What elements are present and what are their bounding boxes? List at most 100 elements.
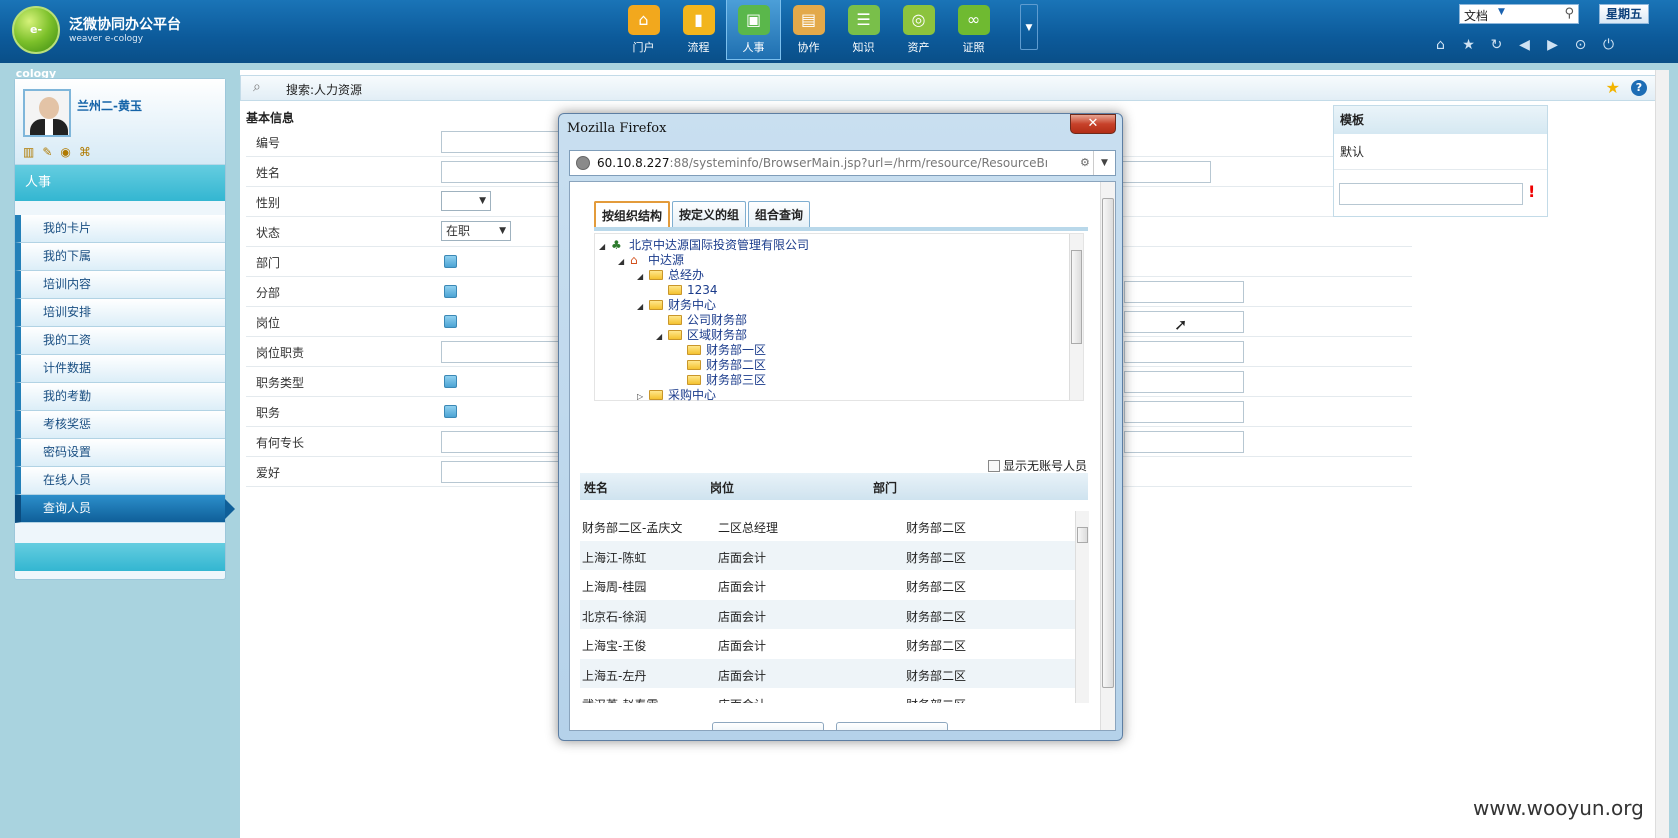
column-header[interactable]: 部门 <box>873 479 897 496</box>
browse-icon[interactable] <box>444 285 457 298</box>
nav-item-3[interactable]: ▤ 协作 <box>781 0 836 60</box>
expand-toggle-icon[interactable]: ◢ <box>618 254 628 269</box>
list-item[interactable]: 北京石-徐润 店面会计 财务部二区 <box>580 599 1088 629</box>
sidebar-item-7[interactable]: 考核奖惩 <box>15 411 225 439</box>
sidebar-item-3[interactable]: 培训安排 <box>15 299 225 327</box>
chevron-down-icon[interactable]: ▼ <box>1093 151 1115 175</box>
tree-node[interactable]: ◢ 区域财务部 <box>656 328 747 343</box>
star-icon[interactable]: ★ <box>1606 78 1620 97</box>
tree-node[interactable]: ◢ ⌂ 中达源 <box>618 253 684 268</box>
clear-button[interactable] <box>712 722 824 730</box>
star-icon[interactable]: ★ <box>1460 37 1477 54</box>
list-item[interactable]: 武汉菱-赵春霞 店面会计 财务部二区 <box>580 688 1088 703</box>
sidebar-item-2[interactable]: 培训内容 <box>15 271 225 299</box>
back-icon[interactable]: ◀ <box>1516 37 1533 54</box>
search-icon[interactable]: ⚲ <box>1564 6 1574 21</box>
close-button[interactable]: ✕ <box>1070 114 1116 134</box>
list-scrollbar[interactable] <box>1075 511 1089 703</box>
sidebar-item-0[interactable]: 我的卡片 <box>15 215 225 243</box>
expand-toggle-icon[interactable]: ◢ <box>637 299 647 314</box>
tree-node[interactable]: ◢ ♣ 北京中达源国际投资管理有限公司 <box>599 238 809 253</box>
column-header[interactable]: 姓名 <box>584 479 608 496</box>
search-type-select[interactable]: 文档 <box>1464 7 1488 24</box>
tab-0[interactable]: 按组织结构 <box>594 201 671 227</box>
tree-node[interactable]: ▷ 采购中心 <box>637 388 716 403</box>
global-search[interactable]: 文档 ▼ ⚲ <box>1459 4 1579 24</box>
chevron-down-icon[interactable]: ▼ <box>479 192 486 210</box>
nav-item-6[interactable]: ∞ 证照 <box>946 0 1001 60</box>
expand-toggle-icon[interactable]: ◢ <box>656 329 666 344</box>
refresh-icon[interactable]: ↻ <box>1488 37 1505 54</box>
field-input[interactable] <box>441 461 561 483</box>
plugin-icon[interactable]: ⚙ <box>1080 156 1090 169</box>
cancel-button[interactable] <box>836 722 948 730</box>
browse-icon[interactable] <box>444 255 457 268</box>
field-input[interactable] <box>441 341 561 363</box>
list-item[interactable]: 上海五-左丹 店面会计 财务部二区 <box>580 658 1088 688</box>
field-input[interactable] <box>1124 371 1244 393</box>
down-circle-icon[interactable]: ⊙ <box>1572 37 1589 54</box>
sidebar-item-5[interactable]: 计件数据 <box>15 355 225 383</box>
field-select[interactable]: ▼ <box>441 191 491 211</box>
home-icon[interactable]: ⌂ <box>1432 37 1449 54</box>
user-name[interactable]: 兰州二-黄玉 <box>77 97 142 114</box>
nav-item-5[interactable]: ◎ 资产 <box>891 0 946 60</box>
lock-icon[interactable]: ◉ <box>60 145 70 159</box>
nav-more-button[interactable]: ▼ <box>1020 4 1038 50</box>
tree-node[interactable]: 公司财务部 <box>656 313 747 328</box>
list-item[interactable]: 上海周-桂园 店面会计 财务部二区 <box>580 570 1088 600</box>
field-input[interactable] <box>1124 401 1244 423</box>
field-input[interactable] <box>441 161 561 183</box>
template-default[interactable]: 默认 <box>1334 134 1547 170</box>
weekday-button[interactable]: 星期五 <box>1599 4 1649 24</box>
tree-scrollbar[interactable] <box>1069 234 1083 400</box>
tree-node[interactable]: 财务部二区 <box>675 358 766 373</box>
url-text[interactable]: 60.10.8.227:88/systeminfo/BrowserMain.js… <box>597 156 1047 170</box>
tab-2[interactable]: 组合查询 <box>748 201 811 227</box>
expand-toggle-icon[interactable]: ◢ <box>599 239 609 254</box>
sidebar-item-6[interactable]: 我的考勤 <box>15 383 225 411</box>
nav-item-4[interactable]: ☰ 知识 <box>836 0 891 60</box>
tree-node[interactable]: ◢ 财务中心 <box>637 298 716 313</box>
nav-item-0[interactable]: ⌂ 门户 <box>616 0 671 60</box>
tree-node[interactable]: 财务部三区 <box>675 373 766 388</box>
field-input[interactable] <box>441 131 561 153</box>
power-icon[interactable]: ⏻ <box>1600 37 1617 54</box>
sidebar-item-10[interactable]: 查询人员 <box>15 495 235 523</box>
chevron-down-icon[interactable]: ▼ <box>1498 7 1505 17</box>
sidebar-item-9[interactable]: 在线人员 <box>15 467 225 495</box>
avatar[interactable] <box>23 89 71 137</box>
book-icon[interactable]: ▥ <box>23 145 34 159</box>
field-input[interactable] <box>1124 341 1244 363</box>
column-header[interactable]: 岗位 <box>710 479 734 496</box>
expand-toggle-icon[interactable]: ▷ <box>637 389 647 404</box>
show-no-account-checkbox[interactable]: 显示无账号人员 <box>988 457 1087 474</box>
list-item[interactable]: 财务部二区-孟庆文 二区总经理 财务部二区 <box>580 511 1088 541</box>
tree-node[interactable]: ◢ 总经办 <box>637 268 704 283</box>
sidebar-item-1[interactable]: 我的下属 <box>15 243 225 271</box>
browse-icon[interactable] <box>444 375 457 388</box>
popup-scrollbar[interactable] <box>1100 182 1115 730</box>
field-input[interactable] <box>1124 431 1244 453</box>
url-bar[interactable]: 60.10.8.227:88/systeminfo/BrowserMain.js… <box>569 150 1116 176</box>
help-icon[interactable]: ? <box>1631 80 1647 96</box>
chevron-down-icon[interactable]: ▼ <box>499 222 506 240</box>
nav-item-1[interactable]: ▮ 流程 <box>671 0 726 60</box>
field-select[interactable]: 在职 ▼ <box>441 221 511 241</box>
browse-icon[interactable] <box>444 405 457 418</box>
nav-item-2[interactable]: ▣ 人事 <box>726 0 781 60</box>
list-item[interactable]: 上海江-陈虹 店面会计 财务部二区 <box>580 540 1088 570</box>
template-name-input[interactable] <box>1339 183 1523 205</box>
list-item[interactable]: 上海宝-王俊 店面会计 财务部二区 <box>580 629 1088 659</box>
edit-icon[interactable]: ✎ <box>42 145 52 159</box>
page-scrollbar[interactable] <box>1655 70 1669 838</box>
field-input[interactable] <box>1124 281 1244 303</box>
tree-node[interactable]: 1234 <box>656 283 718 298</box>
sidebar-item-8[interactable]: 密码设置 <box>15 439 225 467</box>
tree-node[interactable]: 财务部一区 <box>675 343 766 358</box>
forward-icon[interactable]: ▶ <box>1544 37 1561 54</box>
checkbox-icon[interactable] <box>988 460 1000 472</box>
org-chart-icon[interactable]: ⌘ <box>79 145 91 159</box>
field-input[interactable] <box>441 431 561 453</box>
tab-1[interactable]: 按定义的组 <box>672 201 747 227</box>
